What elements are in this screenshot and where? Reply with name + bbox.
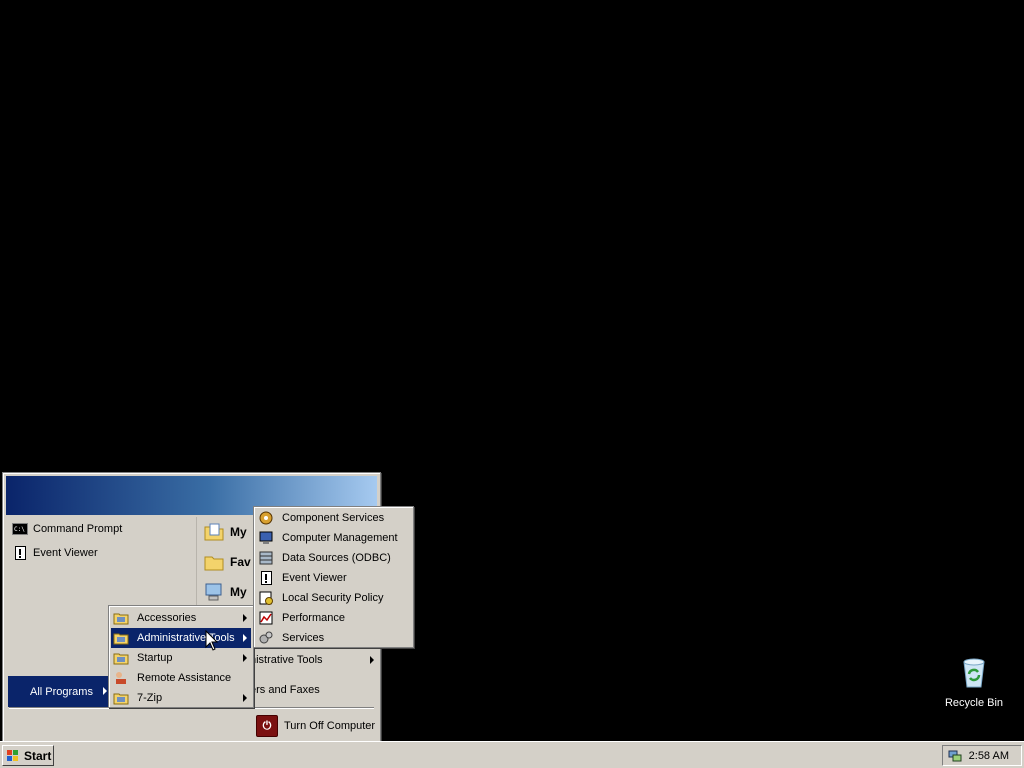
recycle-bin-desktop-icon[interactable]: Recycle Bin (938, 654, 1010, 709)
programs-item-7zip[interactable]: 7-Zip (111, 688, 251, 708)
program-group-icon (113, 633, 129, 645)
clock[interactable]: 2:58 AM (969, 750, 1009, 762)
start-menu-item-command-prompt[interactable]: C:\ Command Prompt (12, 518, 122, 540)
admin-item-performance[interactable]: Performance (256, 608, 411, 628)
start-label: Start (24, 748, 52, 763)
menu-item-label: Event Viewer (282, 572, 347, 584)
services-icon (259, 631, 273, 644)
chevron-right-icon (243, 654, 247, 662)
start-menu-item-label: ers and Faxes (250, 684, 320, 696)
program-group-icon (113, 653, 129, 665)
admin-item-local-security-policy[interactable]: Local Security Policy (256, 588, 411, 608)
turn-off-label: Turn Off Computer (284, 720, 376, 732)
component-services-icon (259, 511, 273, 525)
menu-item-label: Startup (137, 652, 173, 664)
start-menu-item-my-computer[interactable]: My (203, 581, 247, 603)
start-menu-item-label: nistrative Tools (250, 654, 323, 666)
menu-item-label: Administrative Tools (137, 632, 235, 644)
admin-item-data-sources-odbc[interactable]: Data Sources (ODBC) (256, 548, 411, 568)
all-programs-label: All Programs (30, 685, 93, 698)
recycle-bin-icon (963, 658, 985, 688)
programs-item-accessories[interactable]: Accessories (111, 608, 251, 628)
start-menu-item-printers-and-faxes[interactable]: ers and Faxes (250, 679, 320, 701)
computer-management-icon (259, 531, 273, 544)
chevron-right-icon (243, 614, 247, 622)
network-tray-icon[interactable] (948, 749, 962, 763)
start-menu-item-administrative-tools[interactable]: nistrative Tools (250, 649, 374, 671)
start-menu-item-label: Fav (230, 555, 251, 569)
start-menu-item-label: Command Prompt (33, 523, 123, 535)
my-documents-icon (204, 523, 224, 541)
menu-item-label: Data Sources (ODBC) (282, 552, 391, 564)
event-viewer-icon (261, 571, 272, 585)
start-menu-item-my-documents[interactable]: My (203, 521, 247, 543)
turn-off-computer-button[interactable]: ⏻ Turn Off Computer (256, 714, 375, 738)
favorites-folder-icon (204, 556, 224, 571)
security-policy-icon (259, 591, 273, 605)
svg-text:C:\: C:\ (14, 526, 25, 533)
chevron-right-icon (103, 687, 107, 695)
administrative-tools-menu: Component Services Computer Management D… (253, 506, 414, 648)
menu-item-label: Performance (282, 612, 345, 624)
taskbar: Start 2:58 AM (0, 741, 1024, 768)
admin-item-computer-management[interactable]: Computer Management (256, 528, 411, 548)
recycle-bin-label: Recycle Bin (944, 697, 1004, 709)
start-menu-item-label: My (230, 585, 247, 599)
start-menu-item-label: Event Viewer (33, 547, 98, 559)
chevron-right-icon (243, 694, 247, 702)
start-menu-item-label: My (230, 525, 247, 539)
event-viewer-icon (15, 546, 26, 560)
menu-item-label: Component Services (282, 512, 385, 524)
remote-assistance-icon (116, 672, 126, 684)
all-programs-button[interactable]: All Programs (8, 676, 111, 707)
programs-menu: Accessories Administrative Tools Startup… (108, 605, 254, 708)
mouse-pointer-icon (205, 630, 219, 651)
odbc-icon (259, 551, 273, 565)
programs-item-startup[interactable]: Startup (111, 648, 251, 668)
power-icon: ⏻ (256, 715, 278, 737)
menu-item-label: 7-Zip (137, 692, 163, 704)
chevron-right-icon (370, 656, 374, 664)
menu-item-label: Local Security Policy (282, 592, 384, 604)
menu-item-label: Remote Assistance (137, 672, 232, 684)
start-button[interactable]: Start (2, 745, 54, 766)
program-group-icon (113, 613, 129, 625)
menu-item-label: Services (282, 632, 325, 644)
program-group-icon (113, 693, 129, 705)
start-menu-item-favorites[interactable]: Fav (203, 551, 251, 573)
start-menu-item-event-viewer[interactable]: Event Viewer (12, 542, 98, 564)
programs-item-remote-assistance[interactable]: Remote Assistance (111, 668, 251, 688)
admin-item-component-services[interactable]: Component Services (256, 508, 411, 528)
performance-icon (259, 611, 273, 625)
system-tray: 2:58 AM (942, 745, 1022, 766)
windows-logo-icon (7, 750, 18, 761)
my-computer-icon (205, 583, 222, 601)
programs-item-administrative-tools[interactable]: Administrative Tools (111, 628, 251, 648)
admin-item-event-viewer[interactable]: Event Viewer (256, 568, 411, 588)
menu-item-label: Computer Management (282, 532, 398, 544)
admin-item-services[interactable]: Services (256, 628, 411, 648)
chevron-right-icon (243, 634, 247, 642)
cmd-icon: C:\ (12, 523, 28, 535)
menu-item-label: Accessories (137, 612, 197, 624)
